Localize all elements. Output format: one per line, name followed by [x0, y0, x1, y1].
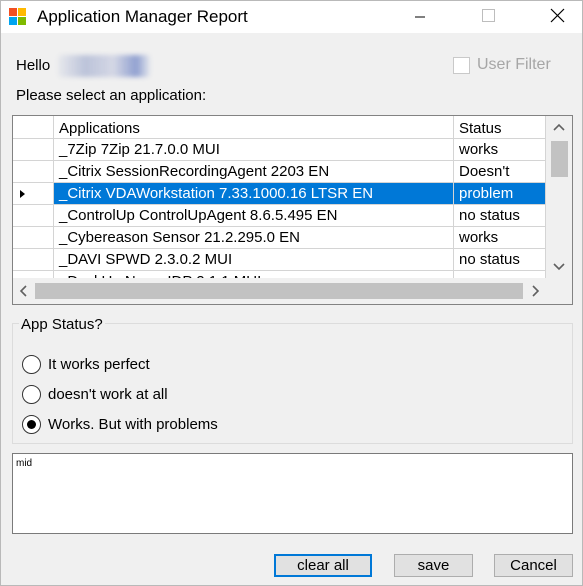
vertical-scroll-thumb[interactable] [551, 141, 568, 177]
minimize-button[interactable] [397, 1, 443, 33]
table-row[interactable]: _DAVI SPWD 2.3.0.2 MUI no status [13, 249, 546, 271]
hello-label: Hello [16, 57, 51, 74]
grid-header: Applications Status [13, 116, 546, 139]
app-cell[interactable]: _ControlUp ControlUpAgent 8.6.5.495 EN [54, 205, 454, 227]
row-header[interactable] [13, 227, 54, 249]
close-icon [550, 8, 565, 23]
scroll-up-button[interactable] [546, 116, 572, 138]
window-title: Application Manager Report [37, 7, 248, 26]
user-filter-checkbox[interactable]: User Filter [453, 54, 551, 76]
status-cell[interactable]: works [454, 227, 546, 249]
scrollbar-corner [546, 277, 572, 304]
horizontal-scrollbar[interactable] [13, 278, 546, 304]
app-cell[interactable]: _Citrix VDAWorkstation 7.33.1000.16 LTSR… [54, 183, 454, 205]
scroll-down-button[interactable] [546, 255, 572, 277]
maximize-icon [482, 9, 495, 22]
table-row[interactable]: _Citrix SessionRecordingAgent 2203 EN Do… [13, 161, 546, 183]
horizontal-scroll-thumb[interactable] [35, 283, 523, 299]
radio-works-with-problems[interactable]: Works. But with problems [22, 413, 218, 435]
save-button[interactable]: save [394, 554, 473, 577]
user-name-redacted [58, 55, 150, 77]
column-header-applications[interactable]: Applications [54, 116, 454, 139]
minimize-icon [415, 16, 425, 18]
radio-label[interactable]: Works. But with problems [48, 416, 218, 433]
application-manager-window: Application Manager Report Hello User Fi… [0, 0, 583, 586]
user-filter-box[interactable] [453, 56, 470, 74]
app-cell[interactable]: _Cybereason Sensor 21.2.295.0 EN [54, 227, 454, 249]
row-header[interactable] [13, 205, 54, 227]
cancel-button[interactable]: Cancel [494, 554, 573, 577]
user-filter-label: User Filter [477, 56, 551, 73]
app-icon [9, 8, 26, 25]
radio-label[interactable]: It works perfect [48, 356, 150, 373]
row-header[interactable] [13, 183, 54, 205]
radio-label[interactable]: doesn't work at all [48, 386, 168, 403]
app-cell[interactable]: _Citrix SessionRecordingAgent 2203 EN [54, 161, 454, 183]
scroll-right-button[interactable] [524, 278, 546, 304]
current-row-arrow-icon [20, 190, 25, 198]
radio-button-checked[interactable] [22, 414, 41, 434]
table-row-selected[interactable]: _Citrix VDAWorkstation 7.33.1000.16 LTSR… [13, 183, 546, 205]
status-cell[interactable]: no status [454, 249, 546, 271]
comment-textarea[interactable]: mid [12, 453, 573, 534]
chevron-left-icon [19, 285, 27, 297]
chevron-down-icon [553, 263, 565, 271]
chevron-right-icon [532, 285, 540, 297]
column-header-status[interactable]: Status [454, 116, 546, 139]
app-cell[interactable]: _7Zip 7Zip 21.7.0.0 MUI [54, 139, 454, 161]
app-status-title: App Status? [19, 316, 105, 333]
maximize-button[interactable] [465, 1, 511, 33]
radio-button[interactable] [22, 354, 41, 374]
select-prompt: Please select an application: [16, 87, 207, 104]
close-button[interactable] [534, 1, 580, 33]
radio-button[interactable] [22, 384, 41, 404]
status-cell[interactable]: no status [454, 205, 546, 227]
status-cell[interactable]: works [454, 139, 546, 161]
radio-works-perfect[interactable]: It works perfect [22, 353, 150, 375]
applications-grid[interactable]: Applications Status _7Zip 7Zip 21.7.0.0 … [12, 115, 573, 305]
row-header-corner [13, 116, 54, 139]
title-bar[interactable]: Application Manager Report [1, 1, 582, 33]
row-header[interactable] [13, 249, 54, 271]
vertical-scrollbar[interactable] [546, 116, 572, 277]
table-row[interactable]: _ControlUp ControlUpAgent 8.6.5.495 EN n… [13, 205, 546, 227]
row-header[interactable] [13, 161, 54, 183]
table-row[interactable]: _Cybereason Sensor 21.2.295.0 EN works [13, 227, 546, 249]
radio-does-not-work[interactable]: doesn't work at all [22, 383, 168, 405]
scroll-left-button[interactable] [13, 278, 35, 304]
chevron-up-icon [553, 123, 565, 131]
app-cell[interactable]: _DAVI SPWD 2.3.0.2 MUI [54, 249, 454, 271]
status-cell[interactable]: problem [454, 183, 546, 205]
clear-all-button[interactable]: clear all [274, 554, 372, 577]
row-header[interactable] [13, 139, 54, 161]
table-row[interactable]: _7Zip 7Zip 21.7.0.0 MUI works [13, 139, 546, 161]
status-cell[interactable]: Doesn't [454, 161, 546, 183]
